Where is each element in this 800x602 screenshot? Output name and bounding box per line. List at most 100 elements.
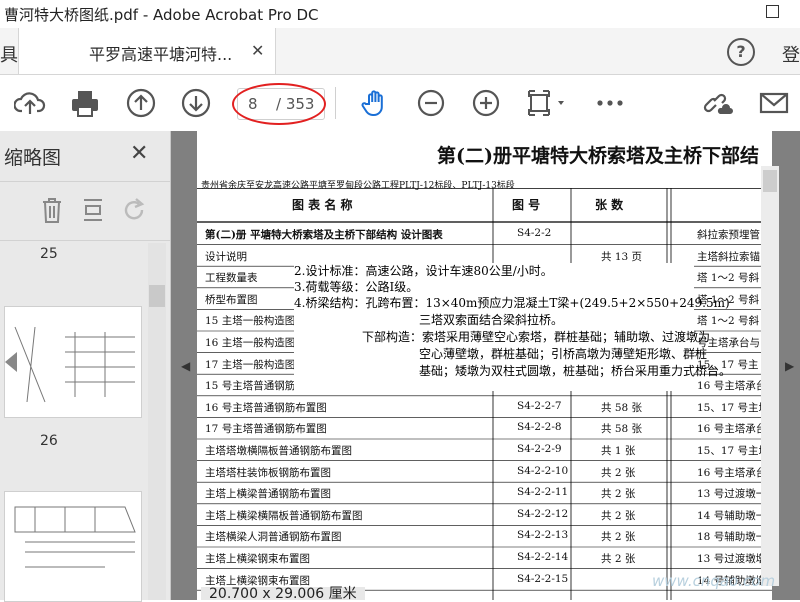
email-icon[interactable]: [758, 87, 790, 119]
table-cell-name: 主塔横梁人洞普通钢筋布置图: [205, 531, 342, 544]
print-icon[interactable]: [69, 87, 101, 119]
table-cell-right: 14 号辅助墩一: [697, 509, 767, 522]
upload-cloud-icon[interactable]: [14, 87, 46, 119]
previous-page-icon[interactable]: [125, 87, 157, 119]
table-cell-right: 塔 1～2 号斜: [697, 272, 760, 285]
toolbar: 8 / 353: [0, 75, 800, 132]
hand-tool-icon[interactable]: [360, 87, 392, 119]
document-tab-label: 平罗高速平塘河特...: [89, 45, 233, 64]
thumbnail-scroll-thumb[interactable]: [149, 285, 165, 307]
red-annotation-circle: [232, 83, 326, 125]
page-dimensions: 20.700 x 29.006 厘米: [201, 587, 365, 600]
table-cell-right: 16 号主塔承台: [697, 380, 767, 393]
fit-page-icon[interactable]: [525, 87, 569, 119]
drawing-index-table: 图 表 名 称 图 号 张 数 第(二)册 平塘特大桥索塔及主桥下部结构 设计图…: [197, 188, 772, 600]
page-thumbnail-25[interactable]: [4, 306, 142, 418]
zoom-in-icon[interactable]: [470, 87, 502, 119]
design-note-line: 下部构造：索塔采用薄壁空心索塔，群桩基础；辅助墩、过渡墩为: [362, 330, 711, 344]
table-cell-name: 17 号主塔普通钢筋布置图: [205, 423, 327, 436]
table-row: 主塔上横梁普通钢筋布置图 S4-2-2-11 共 2 张 13 号过渡墩一: [197, 482, 772, 504]
design-note-line: 2.设计标准：高速公路，设计车速80公里/小时。: [294, 264, 553, 278]
table-cell-code: S4-2-2-14: [517, 551, 569, 563]
table-cell-count: 共 2 张: [601, 466, 636, 479]
more-tools-icon[interactable]: [594, 87, 626, 119]
close-panel-icon[interactable]: ✕: [130, 141, 148, 166]
thumbnail-panel: 缩略图 ✕ 25 26: [0, 131, 171, 602]
table-cell-right: 塔 1～2 号斜: [697, 315, 760, 328]
table-cell-name: 桥型布置图: [205, 293, 258, 306]
table-cell-name: 17 主塔一般构造图: [205, 358, 296, 371]
thumbnail-panel-title: 缩略图: [4, 147, 62, 169]
table-cell-right: 15、17 号主塔: [697, 445, 770, 457]
table-cell-name: 主塔上横梁横隔板普通钢筋布置图: [205, 509, 363, 522]
tools-tab[interactable]: 具: [0, 41, 18, 67]
watermark: www.cnqao.com: [652, 572, 776, 590]
document-title: 第(二)册平塘特大桥索塔及主桥下部结: [437, 145, 759, 167]
close-tab-icon[interactable]: ✕: [251, 41, 264, 60]
design-note-line: 基础；矮墩为双柱式圆墩，桩基础；桥台采用重力式桥台。: [419, 364, 732, 378]
help-icon[interactable]: ?: [727, 38, 755, 66]
page-right-arrow-icon[interactable]: ▶: [785, 359, 794, 373]
table-cell-code: S4-2-2-15: [517, 572, 569, 585]
window-title: 曹河特大桥图纸.pdf - Adobe Acrobat Pro DC: [4, 6, 319, 24]
document-view[interactable]: ◀ 第(二)册平塘特大桥索塔及主桥下部结 贵州省余庆至安龙高速公路平塘至罗甸段公…: [171, 131, 800, 600]
table-cell-right: 16 号主塔承台: [697, 423, 767, 436]
design-note-line: 4.桥梁结构：孔跨布置：13×40m预应力混凝土T梁+(249.5+2×550+…: [294, 296, 730, 310]
document-scrollbar[interactable]: [761, 166, 779, 586]
zoom-out-icon[interactable]: [415, 87, 447, 119]
table-cell-code: S4-2-2-12: [517, 507, 569, 520]
sign-in-link[interactable]: 登: [782, 41, 800, 67]
table-cell-name: 主塔上横梁普通钢筋布置图: [205, 488, 331, 501]
thumbnail-scrollbar[interactable]: [148, 243, 166, 600]
design-note-line: 空心薄壁墩，群桩基础；引桥高墩为薄壁矩形墩、群桩: [419, 347, 708, 361]
table-cell-right: 15、17 号主塔: [697, 401, 770, 414]
thumbnail-label-25: 25: [40, 246, 58, 262]
drawing-thumbnail-icon: [5, 326, 135, 403]
next-page-icon[interactable]: [180, 87, 212, 119]
table-cell-count: 共 2 张: [601, 553, 636, 565]
drawing-thumbnail-icon: [14, 506, 136, 568]
extract-pages-icon[interactable]: [80, 196, 106, 224]
design-notes-overlay: 2.设计标准：高速公路，设计车速80公里/小时。 3.荷载等级：公路Ⅰ级。 4.…: [294, 263, 731, 391]
table-cell-code: S4-2-2-13: [517, 529, 569, 542]
thumbnail-label-26: 26: [40, 433, 58, 449]
thumbnail-tools: [0, 181, 170, 241]
table-cell-right: 主塔斜拉索锚: [697, 250, 760, 263]
document-tab[interactable]: 平罗高速平塘河特... ✕: [18, 28, 276, 74]
table-cell-count: 共 1 张: [601, 445, 636, 457]
table-cell-code: S4-2-2: [517, 227, 552, 239]
maximize-button[interactable]: [766, 5, 779, 18]
table-row: 主塔上横梁横隔板普通钢筋布置图 S4-2-2-12 共 2 张 14 号辅助墩一: [197, 504, 772, 526]
share-link-icon[interactable]: [702, 87, 734, 119]
table-row: 主塔上横梁钢束布置图 S4-2-2-14 共 2 张 13 号过渡墩墩: [197, 547, 772, 569]
table-cell-name: 第(二)册 平塘特大桥索塔及主桥下部结构 设计图表: [205, 229, 443, 241]
table-cell-count: 共 2 张: [601, 509, 636, 522]
rotate-icon[interactable]: [122, 196, 148, 224]
delete-icon[interactable]: [40, 196, 64, 224]
table-cell-name: 主塔塔墩横隔板普通钢筋布置图: [205, 445, 352, 457]
table-row: 第(二)册 平塘特大桥索塔及主桥下部结构 设计图表 S4-2-2 斜拉索预埋管: [197, 223, 772, 245]
document-scroll-thumb[interactable]: [763, 170, 777, 192]
table-cell-name: 设计说明: [205, 250, 247, 263]
table-row: 主塔塔墩横隔板普通钢筋布置图 S4-2-2-9 共 1 张 15、17 号主塔: [197, 439, 772, 461]
table-cell-count: 共 58 张: [601, 423, 643, 436]
page-left-arrow-icon[interactable]: ◀: [181, 359, 190, 373]
table-cell-name: 15 主塔一般构造图: [205, 315, 296, 328]
table-cell-code: S4-2-2-7: [517, 399, 562, 412]
design-note-line: 三塔双索面结合梁斜拉桥。: [419, 313, 564, 327]
table-cell-name: 主塔上横梁钢束布置图: [205, 553, 310, 565]
title-bar: 曹河特大桥图纸.pdf - Adobe Acrobat Pro DC: [0, 0, 800, 29]
table-cell-right: 16 号主塔承台: [697, 466, 767, 479]
table-cell-code: S4-2-2-10: [517, 464, 569, 477]
table-cell-name: 工程数量表: [205, 272, 258, 285]
table-cell-right: 13 号过渡墩一: [697, 488, 767, 501]
page-thumbnail-26[interactable]: [4, 491, 142, 602]
table-cell-code: S4-2-2-8: [517, 421, 562, 434]
table-cell-code: S4-2-2-9: [517, 443, 562, 455]
table-row: 主塔横梁人洞普通钢筋布置图 S4-2-2-13 共 2 张 18 号辅助墩一: [197, 525, 772, 547]
table-cell-count: 共 58 张: [601, 401, 643, 414]
table-cell-right: 斜拉索预埋管: [697, 229, 760, 241]
table-cell-right: 18 号辅助墩一: [697, 531, 767, 544]
table-row: 主塔塔柱装饰板钢筋布置图 S4-2-2-10 共 2 张 16 号主塔承台: [197, 461, 772, 483]
table-cell-right: 13 号过渡墩墩: [697, 553, 767, 565]
